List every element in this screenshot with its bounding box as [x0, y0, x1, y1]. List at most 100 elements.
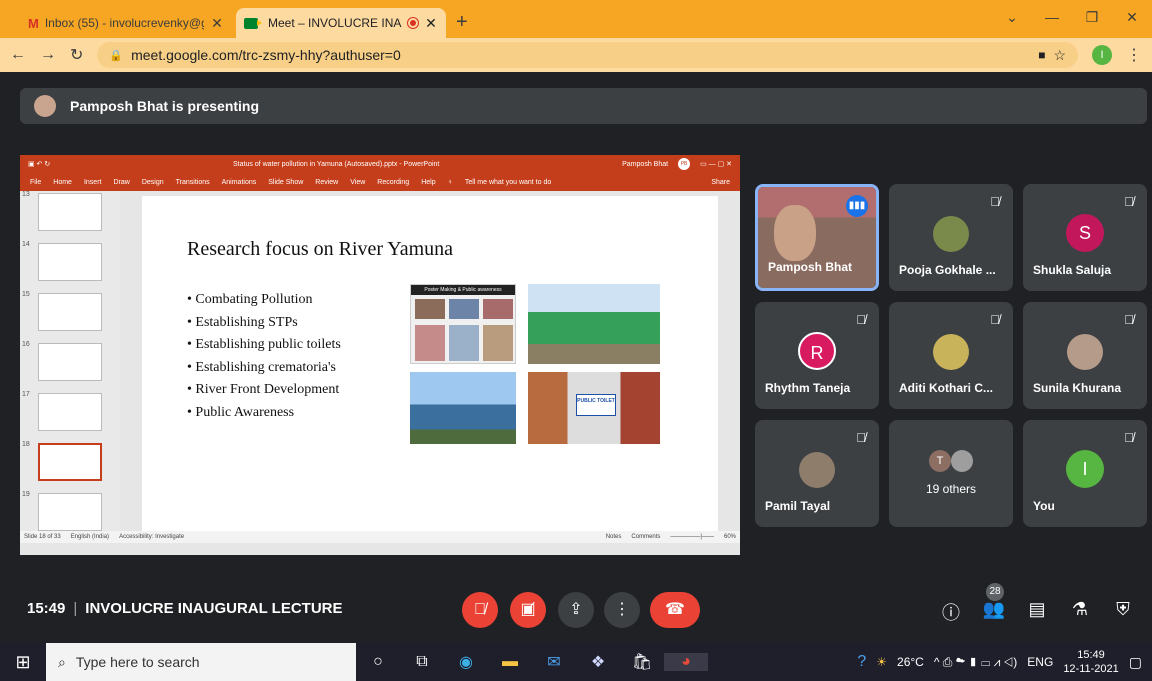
slide-bullets: Combating Pollution Establishing STPs Es…	[187, 292, 341, 427]
thumb-number: 15	[22, 291, 30, 298]
input-language[interactable]: ENG	[1027, 655, 1053, 669]
taskbar-clock[interactable]: 15:49 12-11-2021	[1063, 648, 1118, 676]
participant-tile[interactable]: ▮▮▮ Pamposh Bhat	[755, 184, 879, 291]
participant-tile[interactable]: 🎙̸ Sunila Khurana	[1023, 302, 1147, 409]
ppt-doc-title: Status of water pollution in Yamuna (Aut…	[233, 160, 440, 168]
store-icon[interactable]: 🛍	[620, 652, 664, 672]
weather-icon: ☀	[876, 655, 888, 669]
awareness-photo: Poster Making & Public awareness	[410, 284, 516, 364]
tab-title: Meet – INVOLUCRE INAUGU	[268, 16, 402, 30]
chevron-down-icon[interactable]: ⌄	[992, 0, 1032, 34]
photo-tile	[449, 325, 479, 361]
mic-toggle-button[interactable]: 🎙̸	[462, 592, 498, 628]
taskbar-search[interactable]: ⌕ Type here to search	[46, 643, 356, 681]
slide-heading: Research focus on River Yamuna	[187, 238, 454, 260]
clock-time: 15:49	[1077, 649, 1105, 661]
close-icon[interactable]: ✕	[424, 15, 438, 32]
windows-taskbar: ⊞ ⌕ Type here to search ○ ⧉ ◉ ▬ ✉ ❖ 🛍 ◕ …	[0, 643, 1152, 681]
tab-title: Inbox (55) - involucrevenky@gm	[44, 16, 204, 30]
dropbox-icon[interactable]: ❖	[576, 652, 620, 672]
avatar	[1067, 334, 1103, 370]
ribbon-design: Design	[141, 178, 164, 186]
chrome-icon[interactable]: ◕	[664, 653, 708, 671]
avatar: T	[929, 450, 951, 472]
screen: M Inbox (55) - involucrevenky@gm ✕ Meet …	[0, 0, 1152, 681]
participant-name: Aditi Kothari C...	[899, 381, 993, 395]
participant-tile[interactable]: 🎙̸ Pamil Tayal	[755, 420, 879, 527]
tab-meet[interactable]: Meet – INVOLUCRE INAUGU ✕	[236, 8, 446, 38]
bullet-item: Establishing crematoria's	[187, 360, 341, 383]
chat-icon[interactable]: ▤	[1025, 599, 1049, 620]
slide-thumbnail	[38, 243, 102, 281]
photo-tile	[483, 299, 513, 319]
edge-icon[interactable]: ◉	[444, 652, 488, 672]
cortana-icon[interactable]: ○	[356, 653, 400, 671]
people-icon[interactable]: 👥	[982, 599, 1006, 620]
new-tab-button[interactable]: +	[456, 8, 468, 38]
help-icon[interactable]: ?	[857, 653, 866, 671]
url-field[interactable]: 🔒 meet.google.com/trc-zsmy-hhy?authuser=…	[97, 42, 1078, 68]
window-controls: ⌄ — ❐ ✕	[992, 0, 1152, 34]
camera-icon[interactable]: ■	[1038, 48, 1045, 62]
gmail-icon: M	[28, 15, 39, 31]
participant-tile[interactable]: 🎙̸ Pooja Gokhale ...	[889, 184, 1013, 291]
reload-icon[interactable]: ↻	[70, 45, 83, 65]
avatar: S	[1066, 214, 1104, 252]
browser-tab-strip: M Inbox (55) - involucrevenky@gm ✕ Meet …	[0, 0, 1152, 38]
participant-tile[interactable]: 🎙̸ S Shukla Saluja	[1023, 184, 1147, 291]
close-window-button[interactable]: ✕	[1112, 0, 1152, 34]
ribbon-share: Share	[711, 178, 730, 186]
mail-icon[interactable]: ✉	[532, 652, 576, 672]
host-controls-icon[interactable]: ⛨	[1111, 599, 1135, 620]
more-options-button[interactable]: ⋮	[604, 592, 640, 628]
avatar	[933, 216, 969, 252]
avatar	[951, 450, 973, 472]
tray-icons[interactable]: ^ ⎙ ☁ ▮ ▭ ⩘ ◁)	[934, 655, 1017, 670]
weather-temp[interactable]: 26°C	[897, 655, 924, 669]
ribbon-draw: Draw	[113, 178, 130, 186]
file-explorer-icon[interactable]: ▬	[488, 653, 532, 671]
participant-name: Rhythm Taneja	[765, 381, 851, 395]
participant-tile[interactable]: T 19 others	[889, 420, 1013, 527]
forward-icon[interactable]: →	[40, 46, 56, 64]
ribbon-recording: Recording	[377, 178, 410, 186]
participant-face	[774, 205, 816, 261]
thumb-row: 18	[20, 441, 120, 481]
tab-gmail[interactable]: M Inbox (55) - involucrevenky@gm ✕	[20, 8, 232, 38]
present-button[interactable]: ⇪	[558, 592, 594, 628]
ppt-body: 13 14 15 16 17 18 19 Research focus on R…	[20, 191, 740, 543]
participant-tile[interactable]: 🎙̸ I You	[1023, 420, 1147, 527]
ppt-user: Pamposh Bhat	[622, 160, 669, 168]
shared-screen: ▣ ↶ ↻ Status of water pollution in Yamun…	[20, 155, 740, 555]
ribbon-slide-show: Slide Show	[268, 178, 304, 186]
notifications-icon[interactable]: ▢	[1129, 654, 1142, 671]
presenting-banner: Pamposh Bhat is presenting	[20, 88, 1147, 124]
ribbon-review: Review	[315, 178, 339, 186]
task-view-icon[interactable]: ⧉	[400, 653, 444, 671]
star-icon[interactable]: ☆	[1053, 47, 1066, 64]
ppt-user-initials: PB	[678, 158, 691, 170]
leave-call-button[interactable]: ☎	[650, 592, 700, 628]
mic-off-icon: 🎙̸	[1124, 312, 1134, 327]
restore-button[interactable]: ❐	[1072, 0, 1112, 34]
participant-tile[interactable]: 🎙̸ Aditi Kothari C...	[889, 302, 1013, 409]
windows-start-icon[interactable]: ⊞	[0, 652, 46, 673]
close-icon[interactable]: ✕	[210, 15, 224, 32]
menu-icon[interactable]: ⋮	[1126, 45, 1142, 65]
search-icon: ⌕	[58, 653, 66, 670]
camera-toggle-button[interactable]: ▣̸	[510, 592, 546, 628]
clock-date: 12-11-2021	[1063, 663, 1119, 675]
photo-tile	[449, 299, 479, 319]
language: English (India)	[70, 534, 110, 540]
profile-avatar[interactable]: I	[1092, 45, 1112, 65]
thumb-row: 15	[20, 291, 120, 331]
meeting-title: INVOLUCRE INAUGURAL LECTURE	[85, 600, 343, 617]
minimize-button[interactable]: —	[1032, 0, 1072, 34]
info-icon[interactable]: ⓘ	[939, 599, 963, 625]
back-icon[interactable]: ←	[10, 46, 26, 64]
participant-tile[interactable]: 🎙̸ R Rhythm Taneja	[755, 302, 879, 409]
slide-thumbnail	[38, 293, 102, 331]
recording-icon	[408, 18, 418, 28]
activities-icon[interactable]: ⚗	[1068, 599, 1092, 620]
ppt-window-controls: ▭ — ▢ ✕	[700, 161, 732, 168]
